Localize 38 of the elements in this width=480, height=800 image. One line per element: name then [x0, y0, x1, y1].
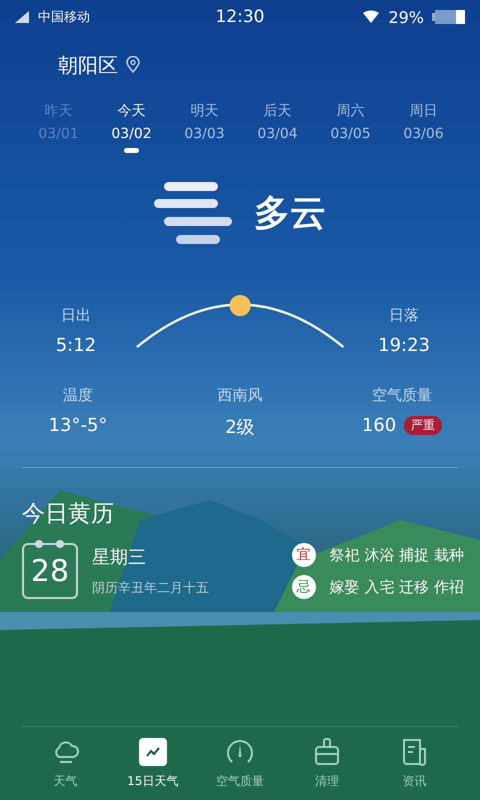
stat-value: 160: [362, 415, 396, 436]
nav-tab[interactable]: 资讯: [372, 737, 456, 790]
nav-tab[interactable]: 清理: [285, 737, 370, 790]
stat-value: 2级: [225, 416, 255, 439]
wifi-icon: [362, 10, 380, 24]
day-tab[interactable]: 今天 03/02: [95, 102, 168, 162]
signal-icon: [14, 10, 30, 24]
sunrise-label: 日出: [60, 306, 91, 325]
sunset-label: 日落: [389, 306, 420, 325]
almanac-title: 今日黄历: [21, 500, 115, 529]
battery-percent: 29%: [388, 8, 424, 26]
sunrise-time: 5:12: [56, 335, 96, 356]
sunset-time: 19:23: [378, 335, 430, 356]
stat-label: 温度: [63, 386, 93, 405]
calendar-date: 28: [22, 543, 78, 599]
stat-label: 空气质量: [372, 386, 432, 405]
clock-time: 12:30: [216, 7, 264, 27]
carrier-name: 中国移动: [38, 9, 90, 26]
nav-tab[interactable]: 天气: [24, 737, 108, 790]
stat-value: 13°-5°: [48, 415, 108, 436]
stat-label: 西南风: [218, 386, 262, 405]
battery-icon: [432, 9, 466, 25]
air-quality-badge: 严重: [404, 416, 442, 435]
day-tab[interactable]: 后天 03/04: [241, 102, 314, 162]
almanac-activities: 嫁娶 入宅 迁移 作祒: [330, 578, 464, 596]
nav-tab[interactable]: 空气质量: [198, 737, 282, 790]
weather-condition: 多云: [254, 192, 326, 236]
day-tab[interactable]: 明天 03/03: [168, 102, 241, 162]
location-pin-icon[interactable]: [126, 56, 140, 74]
day-tab[interactable]: 周六 03/05: [314, 102, 387, 162]
weekday: 星期三: [92, 546, 147, 569]
almanac-activities: 祭祀 沐浴 捕捉 栽种: [330, 546, 464, 564]
nav-tab[interactable]: 15日天气: [110, 737, 195, 790]
location-name: 朝阳区: [58, 52, 118, 78]
day-tab[interactable]: 周日 03/06: [387, 102, 460, 162]
cloudy-icon: [154, 180, 232, 246]
lunar-date: 阴历辛丑年二月十五: [92, 580, 209, 597]
chart-icon: [138, 737, 168, 767]
